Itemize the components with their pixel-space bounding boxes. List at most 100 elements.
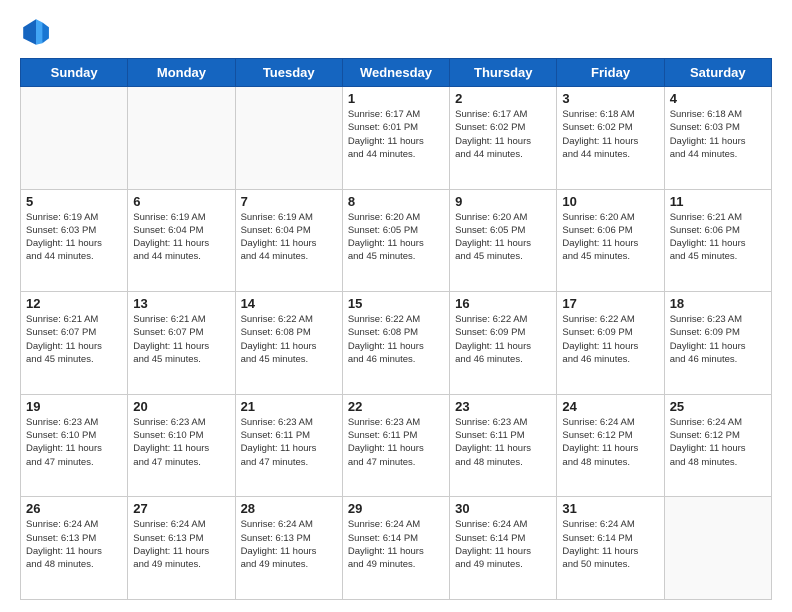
day-number: 31 — [562, 501, 658, 516]
calendar-day-cell: 23 Sunrise: 6:23 AM Sunset: 6:11 PM Dayli… — [450, 394, 557, 497]
day-of-week-header: Saturday — [664, 59, 771, 87]
calendar-day-cell — [21, 87, 128, 190]
calendar-day-cell: 25 Sunrise: 6:24 AM Sunset: 6:12 PM Dayli… — [664, 394, 771, 497]
calendar-day-cell: 1Sunrise: 6:17 AM Sunset: 6:01 PM Daylig… — [342, 87, 449, 190]
day-number: 24 — [562, 399, 658, 414]
day-info: Sunrise: 6:20 AM Sunset: 6:05 PM Dayligh… — [455, 211, 551, 264]
day-info: Sunrise: 6:23 AM Sunset: 6:11 PM Dayligh… — [241, 416, 337, 469]
day-info: Sunrise: 6:24 AM Sunset: 6:13 PM Dayligh… — [241, 518, 337, 571]
calendar-day-cell: 3Sunrise: 6:18 AM Sunset: 6:02 PM Daylig… — [557, 87, 664, 190]
day-number: 12 — [26, 296, 122, 311]
day-info: Sunrise: 6:19 AM Sunset: 6:04 PM Dayligh… — [133, 211, 229, 264]
day-number: 19 — [26, 399, 122, 414]
day-number: 7 — [241, 194, 337, 209]
day-info: Sunrise: 6:21 AM Sunset: 6:07 PM Dayligh… — [133, 313, 229, 366]
day-of-week-header: Tuesday — [235, 59, 342, 87]
day-info: Sunrise: 6:24 AM Sunset: 6:12 PM Dayligh… — [562, 416, 658, 469]
calendar-header: SundayMondayTuesdayWednesdayThursdayFrid… — [21, 59, 772, 87]
day-info: Sunrise: 6:18 AM Sunset: 6:03 PM Dayligh… — [670, 108, 766, 161]
day-info: Sunrise: 6:22 AM Sunset: 6:09 PM Dayligh… — [455, 313, 551, 366]
calendar-day-cell: 24 Sunrise: 6:24 AM Sunset: 6:12 PM Dayli… — [557, 394, 664, 497]
day-info: Sunrise: 6:23 AM Sunset: 6:11 PM Dayligh… — [348, 416, 444, 469]
calendar-week-row: 12 Sunrise: 6:21 AM Sunset: 6:07 PM Dayli… — [21, 292, 772, 395]
day-of-week-header: Monday — [128, 59, 235, 87]
day-number: 8 — [348, 194, 444, 209]
calendar-day-cell: 21 Sunrise: 6:23 AM Sunset: 6:11 PM Dayli… — [235, 394, 342, 497]
calendar-day-cell: 6 Sunrise: 6:19 AM Sunset: 6:04 PM Daylig… — [128, 189, 235, 292]
calendar-day-cell: 13 Sunrise: 6:21 AM Sunset: 6:07 PM Dayli… — [128, 292, 235, 395]
day-info: Sunrise: 6:19 AM Sunset: 6:03 PM Dayligh… — [26, 211, 122, 264]
header — [20, 16, 772, 48]
day-number: 27 — [133, 501, 229, 516]
day-number: 22 — [348, 399, 444, 414]
calendar-day-cell: 2Sunrise: 6:17 AM Sunset: 6:02 PM Daylig… — [450, 87, 557, 190]
calendar-day-cell: 18Sunrise: 6:23 AM Sunset: 6:09 PM Dayli… — [664, 292, 771, 395]
calendar-table: SundayMondayTuesdayWednesdayThursdayFrid… — [20, 58, 772, 600]
day-number: 11 — [670, 194, 766, 209]
day-of-week-header: Wednesday — [342, 59, 449, 87]
calendar-day-cell: 4 Sunrise: 6:18 AM Sunset: 6:03 PM Daylig… — [664, 87, 771, 190]
day-number: 6 — [133, 194, 229, 209]
day-info: Sunrise: 6:21 AM Sunset: 6:06 PM Dayligh… — [670, 211, 766, 264]
day-number: 20 — [133, 399, 229, 414]
calendar-day-cell: 16Sunrise: 6:22 AM Sunset: 6:09 PM Dayli… — [450, 292, 557, 395]
day-number: 14 — [241, 296, 337, 311]
day-info: Sunrise: 6:22 AM Sunset: 6:08 PM Dayligh… — [348, 313, 444, 366]
calendar-week-row: 26 Sunrise: 6:24 AM Sunset: 6:13 PM Dayli… — [21, 497, 772, 600]
calendar-day-cell: 5 Sunrise: 6:19 AM Sunset: 6:03 PM Daylig… — [21, 189, 128, 292]
calendar-day-cell: 7Sunrise: 6:19 AM Sunset: 6:04 PM Daylig… — [235, 189, 342, 292]
day-info: Sunrise: 6:20 AM Sunset: 6:06 PM Dayligh… — [562, 211, 658, 264]
calendar-day-cell — [664, 497, 771, 600]
day-number: 17 — [562, 296, 658, 311]
day-info: Sunrise: 6:24 AM Sunset: 6:14 PM Dayligh… — [455, 518, 551, 571]
calendar-day-cell: 31 Sunrise: 6:24 AM Sunset: 6:14 PM Dayli… — [557, 497, 664, 600]
day-number: 10 — [562, 194, 658, 209]
calendar-week-row: 5 Sunrise: 6:19 AM Sunset: 6:03 PM Daylig… — [21, 189, 772, 292]
calendar-day-cell: 22 Sunrise: 6:23 AM Sunset: 6:11 PM Dayli… — [342, 394, 449, 497]
day-info: Sunrise: 6:17 AM Sunset: 6:01 PM Dayligh… — [348, 108, 444, 161]
day-number: 4 — [670, 91, 766, 106]
day-number: 28 — [241, 501, 337, 516]
day-of-week-header: Sunday — [21, 59, 128, 87]
day-number: 3 — [562, 91, 658, 106]
day-number: 13 — [133, 296, 229, 311]
day-of-week-header: Friday — [557, 59, 664, 87]
calendar-day-cell: 28 Sunrise: 6:24 AM Sunset: 6:13 PM Dayli… — [235, 497, 342, 600]
day-number: 26 — [26, 501, 122, 516]
calendar-day-cell: 8 Sunrise: 6:20 AM Sunset: 6:05 PM Daylig… — [342, 189, 449, 292]
calendar-day-cell: 15 Sunrise: 6:22 AM Sunset: 6:08 PM Dayli… — [342, 292, 449, 395]
calendar-day-cell: 10 Sunrise: 6:20 AM Sunset: 6:06 PM Dayli… — [557, 189, 664, 292]
calendar-day-cell: 26 Sunrise: 6:24 AM Sunset: 6:13 PM Dayli… — [21, 497, 128, 600]
calendar-body: 1Sunrise: 6:17 AM Sunset: 6:01 PM Daylig… — [21, 87, 772, 600]
calendar-day-cell: 12 Sunrise: 6:21 AM Sunset: 6:07 PM Dayli… — [21, 292, 128, 395]
day-info: Sunrise: 6:24 AM Sunset: 6:12 PM Dayligh… — [670, 416, 766, 469]
calendar-day-cell: 30 Sunrise: 6:24 AM Sunset: 6:14 PM Dayli… — [450, 497, 557, 600]
calendar-day-cell: 19Sunrise: 6:23 AM Sunset: 6:10 PM Dayli… — [21, 394, 128, 497]
logo-icon — [20, 16, 52, 48]
calendar-day-cell: 20Sunrise: 6:23 AM Sunset: 6:10 PM Dayli… — [128, 394, 235, 497]
day-info: Sunrise: 6:20 AM Sunset: 6:05 PM Dayligh… — [348, 211, 444, 264]
day-info: Sunrise: 6:24 AM Sunset: 6:13 PM Dayligh… — [26, 518, 122, 571]
calendar-day-cell — [235, 87, 342, 190]
calendar-day-cell: 14 Sunrise: 6:22 AM Sunset: 6:08 PM Dayli… — [235, 292, 342, 395]
calendar-week-row: 19Sunrise: 6:23 AM Sunset: 6:10 PM Dayli… — [21, 394, 772, 497]
day-number: 5 — [26, 194, 122, 209]
calendar-day-cell: 27Sunrise: 6:24 AM Sunset: 6:13 PM Dayli… — [128, 497, 235, 600]
day-info: Sunrise: 6:24 AM Sunset: 6:14 PM Dayligh… — [562, 518, 658, 571]
day-info: Sunrise: 6:23 AM Sunset: 6:11 PM Dayligh… — [455, 416, 551, 469]
day-info: Sunrise: 6:23 AM Sunset: 6:09 PM Dayligh… — [670, 313, 766, 366]
calendar-day-cell: 29Sunrise: 6:24 AM Sunset: 6:14 PM Dayli… — [342, 497, 449, 600]
day-number: 15 — [348, 296, 444, 311]
days-of-week-row: SundayMondayTuesdayWednesdayThursdayFrid… — [21, 59, 772, 87]
day-info: Sunrise: 6:21 AM Sunset: 6:07 PM Dayligh… — [26, 313, 122, 366]
day-number: 9 — [455, 194, 551, 209]
calendar-week-row: 1Sunrise: 6:17 AM Sunset: 6:01 PM Daylig… — [21, 87, 772, 190]
day-number: 23 — [455, 399, 551, 414]
day-number: 30 — [455, 501, 551, 516]
calendar-day-cell: 17 Sunrise: 6:22 AM Sunset: 6:09 PM Dayli… — [557, 292, 664, 395]
day-info: Sunrise: 6:22 AM Sunset: 6:09 PM Dayligh… — [562, 313, 658, 366]
calendar-day-cell — [128, 87, 235, 190]
day-number: 25 — [670, 399, 766, 414]
day-number: 21 — [241, 399, 337, 414]
day-info: Sunrise: 6:22 AM Sunset: 6:08 PM Dayligh… — [241, 313, 337, 366]
